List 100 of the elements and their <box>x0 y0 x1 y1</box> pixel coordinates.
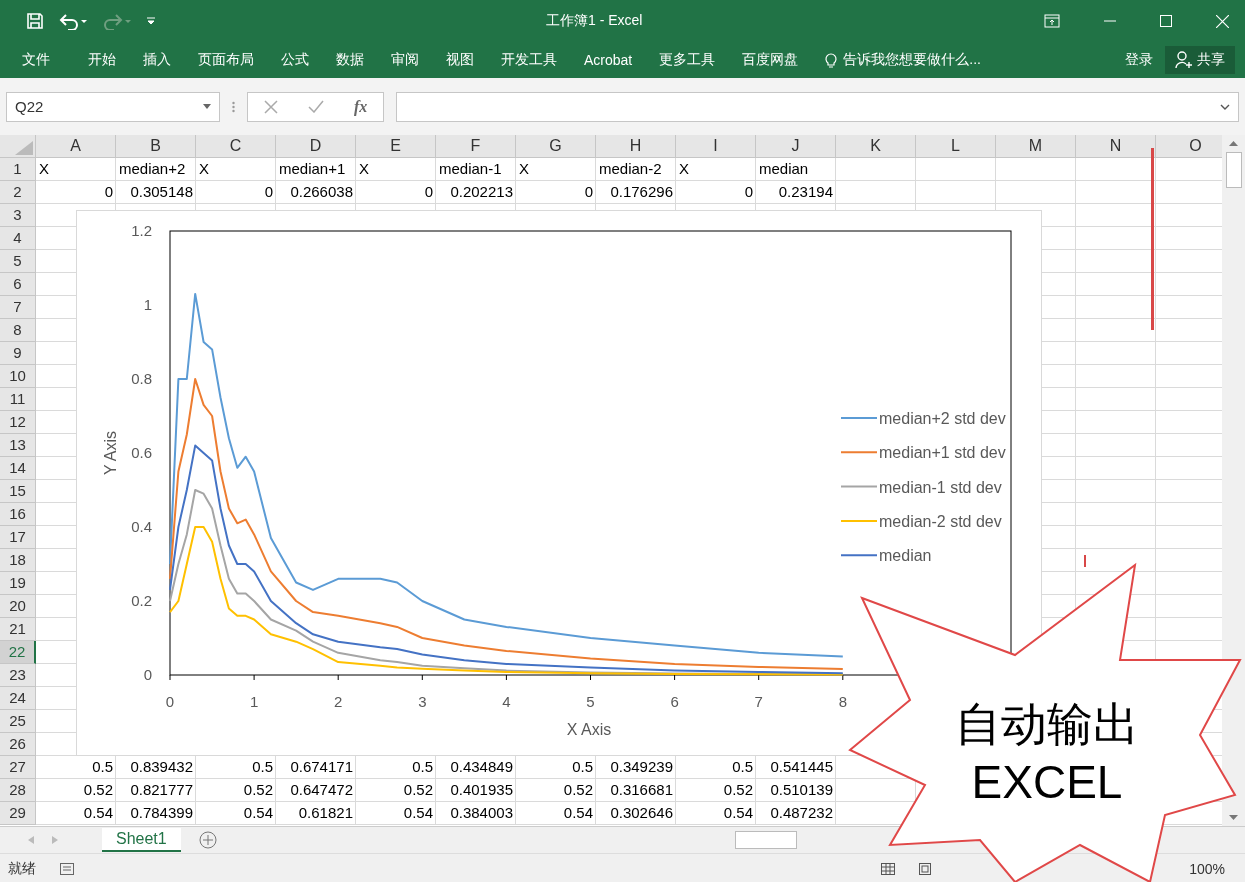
ribbon-tab[interactable]: 开始 <box>88 51 116 69</box>
row-header[interactable]: 23 <box>0 664 36 687</box>
row-header[interactable]: 11 <box>0 388 36 411</box>
row-header[interactable]: 15 <box>0 480 36 503</box>
x-tick-label: 1 <box>249 693 259 710</box>
row-header[interactable]: 9 <box>0 342 36 365</box>
legend-key <box>840 554 878 557</box>
row-header[interactable]: 14 <box>0 457 36 480</box>
row-header[interactable]: 18 <box>0 549 36 572</box>
row-header[interactable]: 28 <box>0 779 36 802</box>
ribbon-tab[interactable]: 更多工具 <box>659 51 716 69</box>
row-header[interactable]: 6 <box>0 273 36 296</box>
column-header[interactable]: L <box>916 135 996 158</box>
row-header[interactable]: 5 <box>0 250 36 273</box>
maximize-icon[interactable] <box>1160 15 1172 27</box>
column-header[interactable]: A <box>36 135 116 158</box>
horizontal-scrollbar[interactable] <box>734 831 797 849</box>
row-header[interactable]: 4 <box>0 227 36 250</box>
ribbon-display-icon[interactable] <box>1044 14 1060 28</box>
table-cell-text: 0.821777 <box>129 780 194 800</box>
row-header[interactable]: 3 <box>0 204 36 227</box>
row-header[interactable]: 19 <box>0 572 36 595</box>
ribbon-tab[interactable]: 数据 <box>336 51 364 69</box>
table-cell-text: 0.647472 <box>289 780 354 800</box>
check-icon[interactable] <box>308 100 324 113</box>
macro-record-icon[interactable] <box>60 862 74 875</box>
column-header[interactable]: K <box>836 135 916 158</box>
table-cell-text: 0.54 <box>82 803 114 823</box>
row-header[interactable]: 12 <box>0 411 36 434</box>
column-header[interactable]: H <box>596 135 676 158</box>
name-box[interactable]: Q22 <box>6 91 220 122</box>
ribbon-tab[interactable]: 插入 <box>143 51 171 69</box>
ribbon-tab[interactable]: Acrobat <box>584 52 633 68</box>
column-header[interactable]: J <box>756 135 836 158</box>
table-cell-text: 0.510139 <box>769 780 834 800</box>
normal-view-icon[interactable] <box>881 862 896 875</box>
column-header[interactable]: E <box>356 135 436 158</box>
page-layout-icon[interactable] <box>919 862 932 875</box>
legend-label: median+2 std dev <box>879 410 1006 427</box>
row-header[interactable]: 7 <box>0 296 36 319</box>
row-header[interactable]: 27 <box>0 756 36 779</box>
row-header[interactable]: 13 <box>0 434 36 457</box>
insert-function-button[interactable]: fx <box>354 97 368 116</box>
add-sheet-icon[interactable] <box>198 831 217 849</box>
row-header[interactable]: 17 <box>0 526 36 549</box>
column-header[interactable]: N <box>1076 135 1156 158</box>
customize-icon[interactable] <box>146 16 156 26</box>
formula-input[interactable] <box>396 91 1239 122</box>
row-header[interactable]: 22 <box>0 641 36 664</box>
column-header[interactable]: C <box>196 135 276 158</box>
ribbon-tab[interactable]: 审阅 <box>391 51 419 69</box>
ribbon-tab[interactable]: 开发工具 <box>501 51 557 69</box>
share-button[interactable]: 共享 <box>1165 46 1235 74</box>
table-cell-text: 0.176296 <box>609 182 674 202</box>
close-icon[interactable] <box>1216 14 1229 28</box>
y-tick-label: 0.4 <box>131 518 152 535</box>
legend-label: median-1 std dev <box>879 478 1002 496</box>
row-header[interactable]: 21 <box>0 618 36 641</box>
row-header[interactable]: 16 <box>0 503 36 526</box>
scrollbar-thumb[interactable] <box>1225 152 1242 188</box>
ribbon-tab[interactable]: 视图 <box>446 51 474 69</box>
column-header[interactable]: O <box>1156 135 1222 158</box>
window-title: 工作簿1 - Excel <box>546 12 644 30</box>
column-header[interactable]: D <box>276 135 356 158</box>
zoom-level[interactable]: 100% <box>1189 860 1225 877</box>
tell-me-search[interactable]: 告诉我您想要做什么... <box>843 51 981 69</box>
person-add-icon <box>1175 51 1193 69</box>
row-header[interactable]: 20 <box>0 595 36 618</box>
ribbon-tab[interactable]: 百度网盘 <box>742 51 799 69</box>
row-header[interactable]: 2 <box>0 181 36 204</box>
status-text: 就绪 <box>8 859 36 878</box>
cancel-icon[interactable] <box>264 99 278 114</box>
column-header[interactable]: F <box>436 135 516 158</box>
table-cell-text: 0.5 <box>251 757 274 777</box>
column-header[interactable]: I <box>676 135 756 158</box>
row-header[interactable]: 26 <box>0 733 36 756</box>
sign-in-link[interactable]: 登录 <box>1125 51 1153 69</box>
table-cell-text: X <box>38 159 50 179</box>
legend-label: median <box>879 547 932 565</box>
row-header[interactable]: 29 <box>0 802 36 825</box>
undo-icon[interactable] <box>58 12 88 30</box>
row-header[interactable]: 24 <box>0 687 36 710</box>
row-header[interactable]: 1 <box>0 158 36 181</box>
row-header[interactable]: 10 <box>0 365 36 388</box>
column-header[interactable]: M <box>996 135 1076 158</box>
ribbon-tab[interactable]: 页面布局 <box>198 51 254 69</box>
scroll-down-icon[interactable] <box>1229 815 1238 820</box>
legend-key <box>840 519 878 522</box>
scroll-up-icon[interactable] <box>1229 141 1238 146</box>
column-header[interactable]: G <box>516 135 596 158</box>
dropdown-icon <box>203 104 211 109</box>
column-header[interactable]: B <box>116 135 196 158</box>
x-tick-label: 0 <box>165 693 175 710</box>
ribbon-tab[interactable]: 公式 <box>281 51 309 69</box>
row-header[interactable]: 25 <box>0 710 36 733</box>
ribbon-tab[interactable]: 文件 <box>22 51 50 69</box>
sheet-tab[interactable]: Sheet1 <box>102 828 181 852</box>
save-icon[interactable] <box>26 12 44 30</box>
expand-icon[interactable] <box>1220 103 1230 110</box>
row-header[interactable]: 8 <box>0 319 36 342</box>
